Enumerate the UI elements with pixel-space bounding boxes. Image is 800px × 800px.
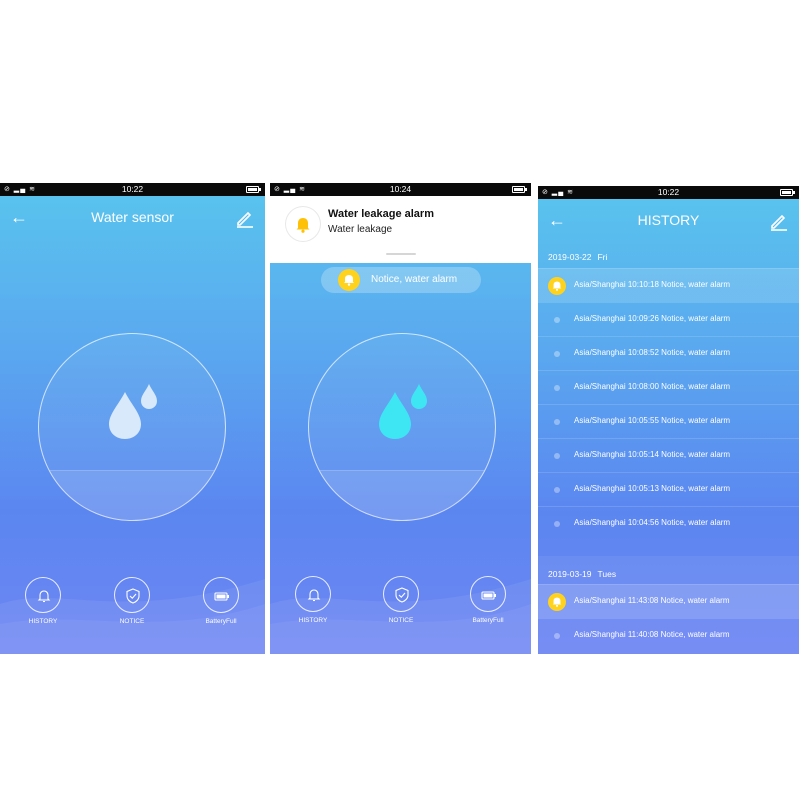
timeline-dot-icon [554, 633, 560, 639]
history-entry-text: Asia/Shanghai 11:43:08 Notice, water ala… [574, 596, 730, 605]
water-drop-alarm-icon [379, 384, 427, 439]
water-drop-icon [109, 384, 157, 439]
battery-icon [214, 592, 229, 601]
timeline-dot-icon [554, 521, 560, 527]
push-notification[interactable]: Water leakage alarm Water leakage [270, 196, 531, 263]
status-time: 10:24 [389, 184, 412, 194]
alarm-notice-text: Notice, water alarm [371, 274, 458, 285]
timeline-dot-icon [554, 385, 560, 391]
header: ← HISTORY [538, 199, 799, 243]
alarm-bell-icon [548, 593, 566, 611]
alarm-screen: ⊘ ▂▄ ≋ 10:24 Water leakage alarm Water l… [270, 183, 531, 654]
timeline-dot-icon [554, 351, 560, 357]
timeline-dot-icon [554, 419, 560, 425]
notice-button[interactable] [383, 576, 419, 612]
history-screen: ⊘ ▂▄ ≋ 10:22 ← HISTORY 2019-03-22 Fri Asi… [538, 186, 799, 654]
timeline-dot-icon [554, 453, 560, 459]
battery-label: BatteryFull [472, 617, 504, 624]
history-button[interactable] [25, 577, 61, 613]
notification-body: Water leakage [328, 224, 393, 235]
battery-button[interactable] [470, 576, 506, 612]
status-time: 10:22 [121, 184, 144, 194]
battery-status-icon [512, 186, 527, 193]
notification-handle[interactable] [386, 253, 416, 255]
notice-button[interactable] [114, 577, 150, 613]
alarm-bell-icon [338, 269, 360, 291]
sensor-status-circle [308, 333, 496, 521]
history-button[interactable] [295, 576, 331, 612]
notification-bell-icon [286, 207, 320, 241]
history-entry-text: Asia/Shanghai 10:10:18 Notice, water ala… [574, 280, 731, 289]
history-entry-text: Asia/Shanghai 10:05:55 Notice, water ala… [574, 416, 731, 425]
shield-check-icon [126, 588, 140, 604]
timeline-dot-icon [554, 487, 560, 493]
sensor-status-circle [38, 333, 226, 521]
history-entry-text: Asia/Shanghai 10:08:52 Notice, water ala… [574, 348, 731, 357]
history-entry-text: Asia/Shanghai 10:08:00 Notice, water ala… [574, 382, 731, 391]
alarm-bell-icon [548, 277, 566, 295]
page-title: HISTORY [637, 212, 700, 228]
edit-pencil-icon[interactable] [769, 211, 789, 231]
status-bar: ⊘ ▂▄ ≋ 10:24 [270, 183, 531, 196]
history-label: HISTORY [28, 618, 58, 625]
history-entry[interactable]: Asia/Shanghai 10:05:13 Notice, water ala… [538, 472, 799, 506]
history-entry[interactable]: Asia/Shanghai 10:08:52 Notice, water ala… [538, 336, 799, 370]
notification-title: Water leakage alarm [328, 208, 434, 220]
status-bar: ⊘ ▂▄ ≋ 10:22 [538, 186, 799, 199]
battery-icon [481, 591, 496, 600]
history-entry[interactable]: Asia/Shanghai 10:10:18 Notice, water ala… [538, 268, 799, 302]
history-entry[interactable]: Asia/Shanghai 10:08:00 Notice, water ala… [538, 370, 799, 404]
history-entry[interactable]: Asia/Shanghai 10:05:55 Notice, water ala… [538, 404, 799, 438]
shield-check-icon [395, 587, 409, 603]
water-sensor-screen: ⊘ ▂▄ ≋ 10:22 ← Water sensor HISTORY NOTI… [0, 183, 265, 654]
history-entry[interactable]: Asia/Shanghai 10:04:56 Notice, water ala… [538, 506, 799, 540]
notice-label: NOTICE [119, 618, 145, 625]
battery-status-icon [246, 186, 261, 193]
header: ← Water sensor [0, 196, 265, 240]
history-date-header: 2019-03-19 Tues [548, 569, 617, 579]
timeline-dot-icon [554, 317, 560, 323]
history-entry-text: Asia/Shanghai 10:05:13 Notice, water ala… [574, 484, 731, 493]
history-label: HISTORY [298, 617, 328, 624]
history-entry[interactable]: Asia/Shanghai 11:43:08 Notice, water ala… [538, 584, 799, 618]
history-entry-text: Asia/Shanghai 10:05:14 Notice, water ala… [574, 450, 731, 459]
status-bar: ⊘ ▂▄ ≋ 10:22 [0, 183, 265, 196]
status-time: 10:22 [657, 187, 680, 197]
edit-pencil-icon[interactable] [235, 208, 255, 228]
history-entry-text: Asia/Shanghai 10:04:56 Notice, water ala… [574, 518, 731, 527]
history-entry[interactable]: Asia/Shanghai 10:05:14 Notice, water ala… [538, 438, 799, 472]
battery-button[interactable] [203, 577, 239, 613]
bell-icon [37, 590, 51, 603]
history-entry-text: Asia/Shanghai 11:40:08 Notice, water ala… [574, 630, 730, 639]
bell-icon [307, 589, 321, 602]
history-entry-text: Asia/Shanghai 10:09:26 Notice, water ala… [574, 314, 731, 323]
alarm-notice-pill[interactable]: Notice, water alarm [321, 267, 481, 293]
notice-label: NOTICE [388, 617, 414, 624]
page-title: Water sensor [91, 209, 174, 225]
history-entry[interactable]: Asia/Shanghai 10:09:26 Notice, water ala… [538, 302, 799, 336]
history-date-header: 2019-03-22 Fri [548, 252, 608, 262]
battery-label: BatteryFull [205, 618, 237, 625]
history-entry[interactable]: Asia/Shanghai 11:40:08 Notice, water ala… [538, 618, 799, 652]
battery-status-icon [780, 189, 795, 196]
